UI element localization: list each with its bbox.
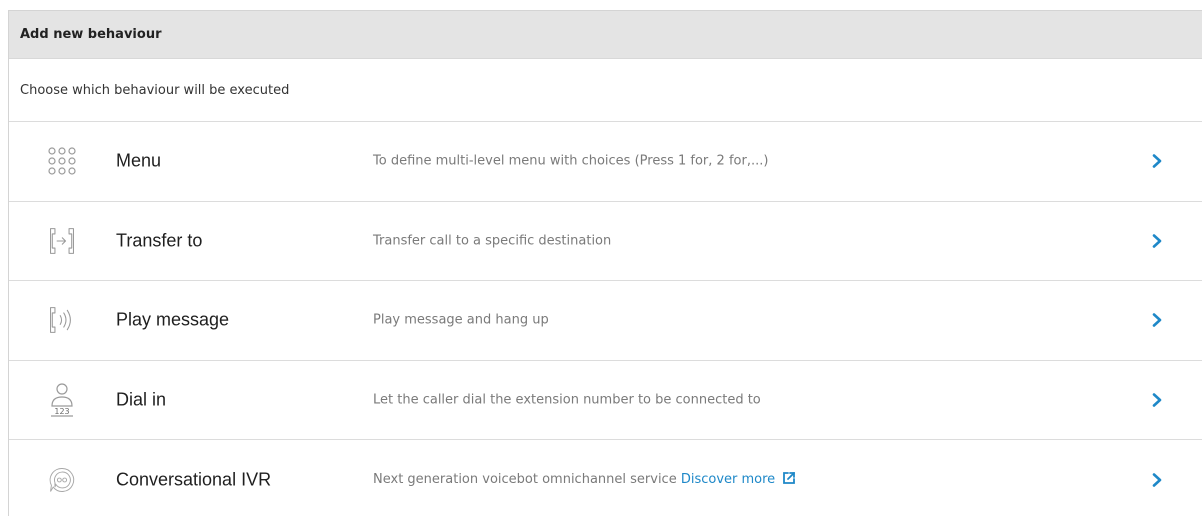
- behaviour-option-transfer[interactable]: Transfer to Transfer call to a specific …: [9, 202, 1202, 281]
- transfer-call-icon: [47, 223, 77, 259]
- behaviour-option-conversational-ivr[interactable]: Conversational IVR Next generation voice…: [9, 440, 1202, 520]
- behaviour-option-dial-in[interactable]: 123 Dial in Let the caller dial the exte…: [9, 361, 1202, 440]
- behaviour-description: To define multi-level menu with choices …: [373, 153, 769, 169]
- play-message-icon: [47, 302, 77, 338]
- dial-in-icon: 123: [47, 382, 77, 418]
- keypad-icon: [47, 143, 77, 179]
- panel-subtitle: Choose which behaviour will be executed: [9, 59, 1202, 122]
- behaviour-description: Play message and hang up: [373, 312, 549, 328]
- discover-more-link[interactable]: Discover more: [681, 472, 796, 487]
- chevron-right-icon[interactable]: [1150, 311, 1164, 329]
- behaviour-option-menu[interactable]: Menu To define multi-level menu with cho…: [9, 122, 1202, 202]
- chevron-right-icon[interactable]: [1150, 232, 1164, 250]
- chevron-right-icon[interactable]: [1150, 471, 1164, 489]
- chevron-right-icon[interactable]: [1150, 152, 1164, 170]
- panel-title: Add new behaviour: [9, 11, 1202, 59]
- svg-text:123: 123: [54, 407, 69, 416]
- chat-bot-icon: [47, 462, 77, 498]
- behaviour-description-text: Next generation voicebot omnichannel ser…: [373, 471, 677, 487]
- behaviour-label: Transfer to: [116, 230, 203, 251]
- behaviour-description: Transfer call to a specific destination: [373, 233, 612, 249]
- behaviour-label: Menu: [116, 150, 162, 171]
- behaviour-label: Play message: [116, 309, 230, 330]
- behaviour-option-play-message[interactable]: Play message Play message and hang up: [9, 281, 1202, 361]
- behaviour-description: Let the caller dial the extension number…: [373, 392, 761, 408]
- behaviour-label: Dial in: [116, 389, 167, 410]
- external-link-icon: [782, 471, 796, 489]
- behaviour-label: Conversational IVR: [116, 469, 272, 490]
- add-behaviour-panel: Add new behaviour Choose which behaviour…: [8, 10, 1202, 516]
- chevron-right-icon[interactable]: [1150, 391, 1164, 409]
- behaviour-description: Next generation voicebot omnichannel ser…: [373, 471, 796, 489]
